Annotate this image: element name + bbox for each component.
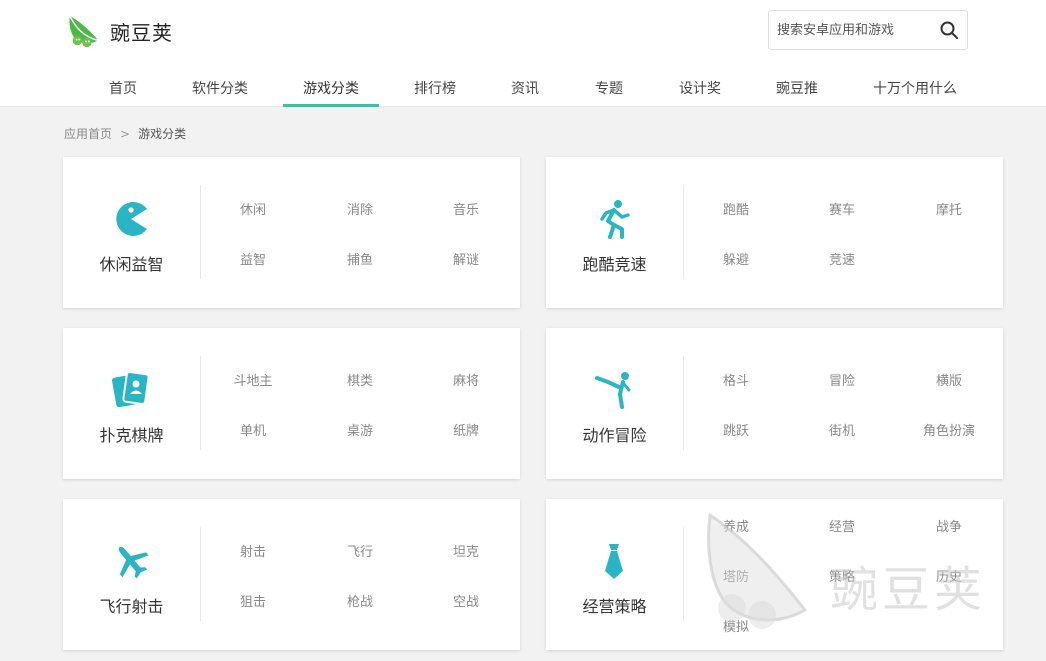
search-icon[interactable]	[939, 20, 959, 40]
divider	[683, 527, 684, 621]
logo-text: 豌豆荚	[110, 20, 173, 45]
subcategory-link[interactable]: 冒险	[802, 370, 882, 389]
subcategory-link[interactable]: 麻将	[426, 370, 506, 389]
subcategory-link[interactable]: 消除	[320, 199, 400, 218]
airplane-icon	[118, 546, 149, 579]
nav-home[interactable]: 首页	[92, 68, 154, 107]
subcategory-link[interactable]: 街机	[802, 420, 882, 439]
tie-icon	[605, 544, 623, 579]
category-card-racing: 跑酷竞速 跑酷 赛车 摩托 躲避 竞速	[546, 157, 1003, 308]
subcategory-link[interactable]: 横版	[909, 370, 989, 389]
subcategory-link[interactable]: 策略	[802, 566, 882, 585]
nav-topics[interactable]: 专题	[586, 68, 632, 107]
category-title: 休闲益智	[99, 255, 164, 274]
category-title: 扑克棋牌	[99, 426, 164, 445]
divider	[200, 527, 201, 621]
category-header[interactable]: 扑克棋牌	[63, 328, 200, 479]
category-card-cards: 扑克棋牌 斗地主 棋类 麻将 单机 桌游 纸牌	[63, 328, 520, 479]
category-title: 跑酷竞速	[582, 255, 647, 274]
search-input[interactable]	[777, 20, 937, 40]
main-nav: 首页 软件分类 游戏分类 排行榜 资讯 专题 设计奖 豌豆推 十万个用什么	[0, 68, 1046, 107]
nav-news[interactable]: 资讯	[502, 68, 548, 107]
subcategory-link[interactable]: 坦克	[426, 541, 506, 560]
subcategory-link[interactable]: 跳跃	[696, 420, 776, 439]
category-header[interactable]: 跑酷竞速	[546, 157, 683, 308]
breadcrumb-separator: >	[120, 127, 131, 141]
category-card-casual: 休闲益智 休闲 消除 音乐 益智 捕鱼 解谜	[63, 157, 520, 308]
subcategory-link[interactable]: 经营	[802, 516, 882, 535]
subcategory-link[interactable]: 益智	[213, 249, 293, 268]
logo[interactable]: 豌豆荚	[66, 11, 173, 51]
header: 豌豆荚 首页 软件分类 游戏分类 排行榜 资讯 专题 设计奖 豌豆推 十万个用什…	[0, 0, 1046, 107]
subcategory-link[interactable]: 历史	[909, 566, 989, 585]
breadcrumb: 应用首页 > 游戏分类	[64, 125, 186, 142]
subcategory-link[interactable]: 枪战	[320, 591, 400, 610]
divider	[683, 185, 684, 279]
nav-what-to-use[interactable]: 十万个用什么	[864, 68, 966, 107]
subcategory-link[interactable]: 桌游	[320, 420, 400, 439]
subcategory-link[interactable]: 赛车	[802, 199, 882, 218]
category-header[interactable]: 动作冒险	[546, 328, 683, 479]
category-card-shooting: 飞行射击 射击 飞行 坦克 狙击 枪战 空战	[63, 499, 520, 650]
divider	[200, 185, 201, 279]
subcategory-link[interactable]: 空战	[426, 591, 506, 610]
pacman-icon	[116, 202, 147, 236]
subcategory-link[interactable]: 塔防	[696, 566, 776, 585]
kick-icon	[595, 372, 631, 409]
subcategory-link[interactable]: 音乐	[426, 199, 506, 218]
subcategory-link[interactable]: 摩托	[909, 199, 989, 218]
subcategory-link[interactable]: 射击	[213, 541, 293, 560]
subcategory-link[interactable]: 格斗	[696, 370, 776, 389]
subcategory-link[interactable]: 单机	[213, 420, 293, 439]
subcategory-link[interactable]: 斗地主	[213, 370, 293, 389]
subcategory-link[interactable]: 角色扮演	[909, 420, 989, 439]
category-card-action: 动作冒险 格斗 冒险 横版 跳跃 街机 角色扮演	[546, 328, 1003, 479]
category-header[interactable]: 休闲益智	[63, 157, 200, 308]
subcategory-link[interactable]: 战争	[909, 516, 989, 535]
runner-icon	[600, 200, 630, 239]
nav-wandou-recommend[interactable]: 豌豆推	[767, 68, 827, 107]
subcategory-link[interactable]: 棋类	[320, 370, 400, 389]
subcategory-link[interactable]: 捕鱼	[320, 249, 400, 268]
nav-design-award[interactable]: 设计奖	[670, 68, 730, 107]
subcategory-link[interactable]: 竞速	[802, 249, 882, 268]
search-box	[768, 10, 968, 50]
nav-game-categories[interactable]: 游戏分类	[283, 68, 379, 107]
subcategory-link[interactable]: 飞行	[320, 541, 400, 560]
subcategory-link[interactable]: 跑酷	[696, 199, 776, 218]
subcategory-link[interactable]: 养成	[696, 516, 776, 535]
category-header[interactable]: 飞行射击	[63, 499, 200, 650]
subcategory-link[interactable]: 模拟	[696, 616, 776, 635]
category-title: 动作冒险	[582, 426, 647, 445]
subcategory-link[interactable]: 躲避	[696, 249, 776, 268]
subcategory-link[interactable]: 休闲	[213, 199, 293, 218]
divider	[683, 356, 684, 450]
category-title: 飞行射击	[99, 597, 164, 616]
nav-rankings[interactable]: 排行榜	[405, 68, 465, 107]
breadcrumb-current: 游戏分类	[138, 127, 187, 141]
breadcrumb-home[interactable]: 应用首页	[64, 127, 112, 141]
nav-software-categories[interactable]: 软件分类	[184, 68, 256, 107]
subcategory-link[interactable]: 解谜	[426, 249, 506, 268]
category-title: 经营策略	[582, 597, 647, 616]
subcategory-link[interactable]: 纸牌	[426, 420, 506, 439]
cards-icon	[112, 371, 150, 408]
divider	[200, 356, 201, 450]
pea-logo-icon	[69, 15, 99, 48]
category-card-strategy: 经营策略 养成 经营 战争 塔防 策略 历史 模拟	[546, 499, 1003, 650]
subcategory-link[interactable]: 狙击	[213, 591, 293, 610]
category-header[interactable]: 经营策略	[546, 499, 683, 650]
